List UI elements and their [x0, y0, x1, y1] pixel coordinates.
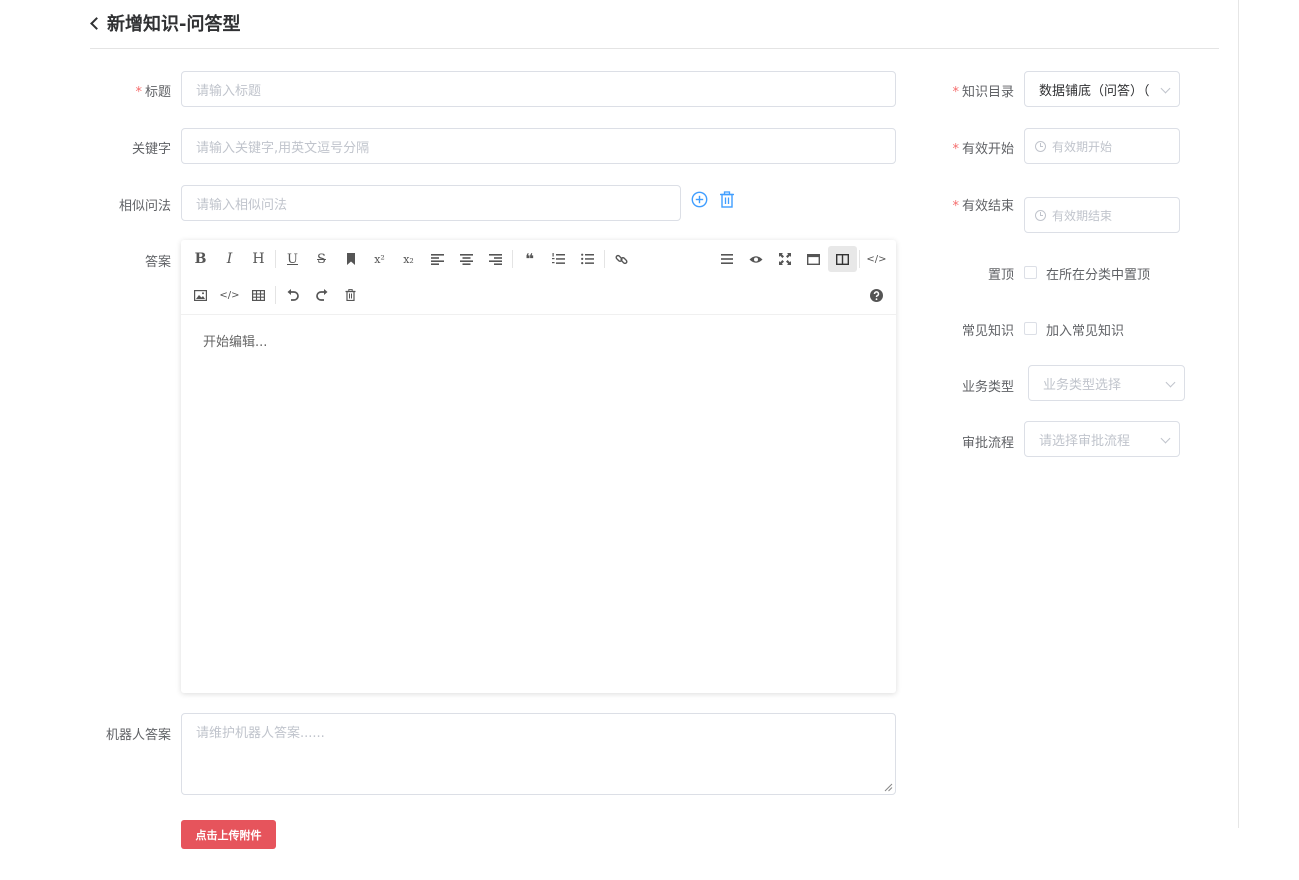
preview-button[interactable]: [741, 246, 770, 272]
page-header: 新增知识-问答型: [90, 0, 1219, 49]
help-icon: [870, 288, 883, 302]
add-similar-button[interactable]: [691, 191, 708, 212]
link-icon: [615, 254, 628, 264]
menu-icon: [720, 254, 733, 264]
common-checkbox[interactable]: [1024, 322, 1037, 335]
directory-label: * 知识目录: [952, 85, 1014, 100]
subscript-button[interactable]: x₂: [394, 246, 423, 272]
robot-answer-label: 机器人答案: [105, 728, 171, 743]
split-view-button[interactable]: [828, 246, 857, 272]
approval-select[interactable]: 请选择审批流程: [1024, 421, 1180, 457]
clock-icon: [1035, 140, 1046, 152]
editor-toolbar-row-1: B I H U S x² x₂ ❝ </>: [186, 242, 891, 276]
help-button[interactable]: [862, 282, 891, 308]
back-button[interactable]: 新增知识-问答型: [90, 10, 241, 36]
underline-button[interactable]: U: [278, 246, 307, 272]
common-label: 常见知识: [961, 324, 1014, 339]
redo-button[interactable]: [307, 282, 336, 308]
pin-label: 置顶: [987, 268, 1014, 283]
superscript-button[interactable]: x²: [365, 246, 394, 272]
biz-type-select[interactable]: 业务类型选择: [1028, 365, 1185, 401]
pin-checkbox[interactable]: [1024, 266, 1037, 279]
keywords-label: 关键字: [131, 142, 171, 157]
toolbar-separator: [512, 250, 513, 268]
link-button[interactable]: [607, 246, 636, 272]
page-title: 新增知识-问答型: [107, 14, 241, 35]
upload-attachment-button[interactable]: 点击上传附件: [181, 820, 276, 849]
unordered-list-icon: [581, 253, 594, 265]
italic-button[interactable]: I: [215, 246, 244, 272]
strikethrough-button[interactable]: S: [307, 246, 336, 272]
align-left-button[interactable]: [423, 246, 452, 272]
approval-label: 审批流程: [961, 436, 1014, 451]
expand-icon: [778, 253, 791, 265]
image-button[interactable]: [186, 282, 215, 308]
valid-start-label: * 有效开始: [952, 142, 1014, 157]
title-label: * 标题: [135, 85, 171, 100]
bookmark-icon: [346, 253, 355, 265]
clear-button[interactable]: [336, 282, 365, 308]
align-right-button[interactable]: [481, 246, 510, 272]
editor-placeholder: 开始编辑...: [203, 335, 268, 350]
plus-circle-icon: [691, 191, 708, 208]
chevron-down-icon: [1165, 377, 1176, 388]
quote-button[interactable]: ❝: [515, 246, 544, 272]
html-code-button[interactable]: </>: [862, 246, 891, 272]
header-button[interactable]: H: [244, 246, 273, 272]
undo-icon: [287, 289, 299, 301]
redo-icon: [315, 289, 327, 301]
table-button[interactable]: [244, 282, 273, 308]
chevron-left-icon: [90, 17, 103, 30]
trash-icon: [345, 289, 356, 301]
align-center-button[interactable]: [452, 246, 481, 272]
keywords-input[interactable]: 请输入关键字,用英文逗号分隔: [181, 128, 896, 164]
biz-type-label: 业务类型: [961, 380, 1014, 395]
toolbar-separator: [275, 250, 276, 268]
chevron-down-icon: [1160, 433, 1171, 444]
similar-input[interactable]: 请输入相似问法: [181, 185, 681, 221]
editor-content[interactable]: 开始编辑...: [181, 314, 896, 693]
common-option-label[interactable]: 加入常见知识: [1046, 320, 1124, 339]
toolbar-separator: [859, 250, 860, 268]
mark-button[interactable]: [336, 246, 365, 272]
ordered-list-icon: [552, 253, 565, 264]
answer-label: 答案: [144, 255, 171, 270]
align-center-icon: [460, 253, 473, 265]
code-block-button[interactable]: </>: [215, 282, 244, 308]
editor-toolbar-row-2: </>: [186, 278, 891, 312]
toolbar-separator: [275, 286, 276, 304]
title-input[interactable]: 请输入标题: [181, 71, 896, 107]
toolbar-separator: [604, 250, 605, 268]
clock-icon: [1035, 209, 1046, 221]
valid-start-picker[interactable]: 有效期开始: [1024, 128, 1180, 164]
ordered-list-button[interactable]: [544, 246, 573, 272]
similar-label: 相似问法: [118, 199, 171, 214]
undo-button[interactable]: [278, 282, 307, 308]
answer-editor: B I H U S x² x₂ ❝ </> </> 开始编辑...: [181, 240, 896, 693]
trash-icon: [720, 191, 734, 208]
resize-grip-icon[interactable]: [884, 783, 893, 792]
window-icon: [807, 253, 820, 265]
chevron-down-icon: [1160, 83, 1171, 94]
unordered-list-button[interactable]: [573, 246, 602, 272]
directory-select[interactable]: 数据铺底（问答）（: [1024, 71, 1180, 107]
window-button[interactable]: [799, 246, 828, 272]
delete-similar-button[interactable]: [719, 191, 735, 212]
valid-end-picker[interactable]: 有效期结束: [1024, 197, 1180, 233]
bold-button[interactable]: B: [186, 246, 215, 272]
align-left-icon: [431, 253, 444, 265]
image-icon: [194, 289, 207, 301]
valid-end-label: * 有效结束: [952, 199, 1014, 214]
columns-icon: [836, 253, 849, 265]
right-divider: [1238, 0, 1239, 828]
eye-icon: [749, 255, 762, 263]
pin-option-label[interactable]: 在所在分类中置顶: [1046, 264, 1150, 283]
align-right-icon: [489, 253, 502, 265]
fullscreen-button[interactable]: [770, 246, 799, 272]
table-icon: [252, 289, 265, 301]
robot-answer-textarea[interactable]: 请维护机器人答案......: [181, 713, 896, 795]
menu-button[interactable]: [712, 246, 741, 272]
